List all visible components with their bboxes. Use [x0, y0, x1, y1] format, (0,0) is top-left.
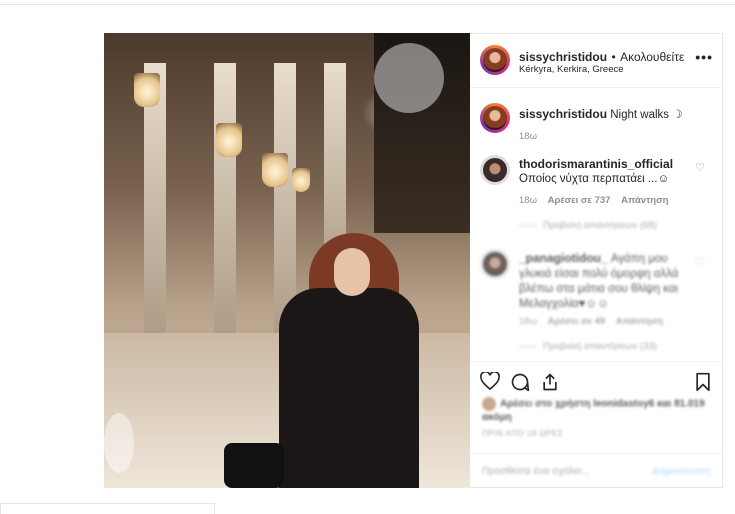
- caption-username[interactable]: sissychristidou: [519, 107, 607, 121]
- comment-time: 18ω: [519, 195, 537, 206]
- person-body: [279, 288, 419, 488]
- top-divider: [0, 4, 735, 5]
- liked-by-text: Αρέσει στο χρήστη leonidastoy6 και 81.01…: [482, 398, 705, 423]
- person-face: [334, 248, 370, 296]
- street-lamp: [216, 123, 242, 157]
- action-bar: [470, 361, 723, 392]
- caption: sissychristidou Night walks ☽: [519, 107, 699, 123]
- add-comment-input[interactable]: Προσθέστε ένα σχόλιο...: [482, 466, 590, 477]
- comment-username[interactable]: _panagiotidou_: [519, 251, 608, 265]
- comment-like-icon[interactable]: ♡: [695, 161, 705, 174]
- street-lamp: [262, 153, 288, 187]
- view-replies-button[interactable]: Προβολή απαντήσεων (33): [519, 341, 657, 352]
- arcade-column: [214, 63, 236, 363]
- share-icon[interactable]: [540, 372, 560, 392]
- comment-meta: 18ω Αρέσει σε 49 Απάντηση: [519, 316, 663, 327]
- author-avatar[interactable]: [480, 45, 510, 75]
- reply-button[interactable]: Απάντηση: [616, 316, 663, 327]
- comment-text: Οποίος νύχτα περπατάει ...☺: [519, 173, 670, 185]
- post-comment-button[interactable]: Δημοσίευση: [652, 466, 711, 477]
- handbag: [224, 443, 284, 488]
- street-lamp: [134, 73, 160, 107]
- view-replies-button[interactable]: Προβολή απαντήσεων (68): [519, 220, 657, 231]
- liker-avatar: [482, 397, 496, 411]
- heart-icon[interactable]: [480, 372, 500, 390]
- caption-time: 18ω: [519, 131, 537, 142]
- arcade-column: [144, 63, 166, 363]
- post-time: ΠΡΙΝ ΑΠΟ 18 ΩΡΕΣ: [482, 429, 564, 438]
- caption-avatar[interactable]: [480, 103, 510, 133]
- comment-icon[interactable]: [510, 372, 530, 392]
- comment-like-icon[interactable]: ♡: [695, 255, 705, 268]
- view-replies-label: Προβολή απαντήσεων (33): [543, 341, 657, 352]
- comment: _panagiotidou_ Αγάπη μου γλυκιά είσαι πο…: [519, 251, 679, 312]
- post-header: sissychristidou • Ακολουθείτε Kérkyra, K…: [470, 33, 723, 88]
- comment: thodorismarantinis_official Οποίος νύχτα…: [519, 157, 699, 187]
- street-lamp: [292, 168, 310, 192]
- post-location[interactable]: Kérkyra, Kerkira, Greece: [519, 64, 624, 75]
- caption-text: Night walks ☽: [610, 109, 683, 121]
- comment-likes[interactable]: Αρέσει σε 737: [548, 195, 611, 206]
- post-sidebar: sissychristidou • Ακολουθείτε Kérkyra, K…: [470, 33, 723, 488]
- comment-meta: 18ω Αρέσει σε 737 Απάντηση: [519, 195, 668, 206]
- comment-username[interactable]: thodorismarantinis_official: [519, 157, 699, 172]
- bokeh-light: [374, 43, 444, 113]
- following-status[interactable]: Ακολουθείτε: [620, 50, 684, 64]
- reply-button[interactable]: Απάντηση: [621, 195, 668, 206]
- bokeh-light: [104, 413, 134, 473]
- footer-panel: [0, 503, 215, 514]
- view-replies-label: Προβολή απαντήσεων (68): [543, 220, 657, 231]
- commenter-avatar[interactable]: [480, 155, 510, 185]
- author-username[interactable]: sissychristidou: [519, 50, 607, 64]
- separator-dot: •: [611, 50, 616, 64]
- post-photo[interactable]: [104, 33, 470, 488]
- commenter-avatar[interactable]: [480, 249, 510, 279]
- comment-time: 18ω: [519, 316, 537, 327]
- add-comment-bar: Προσθέστε ένα σχόλιο... Δημοσίευση: [470, 453, 723, 489]
- more-options-icon[interactable]: •••: [695, 49, 713, 65]
- comment-likes[interactable]: Αρέσει σε 49: [548, 316, 606, 327]
- liked-by[interactable]: Αρέσει στο χρήστη leonidastoy6 και 81.01…: [482, 397, 717, 424]
- bookmark-icon[interactable]: [694, 372, 712, 392]
